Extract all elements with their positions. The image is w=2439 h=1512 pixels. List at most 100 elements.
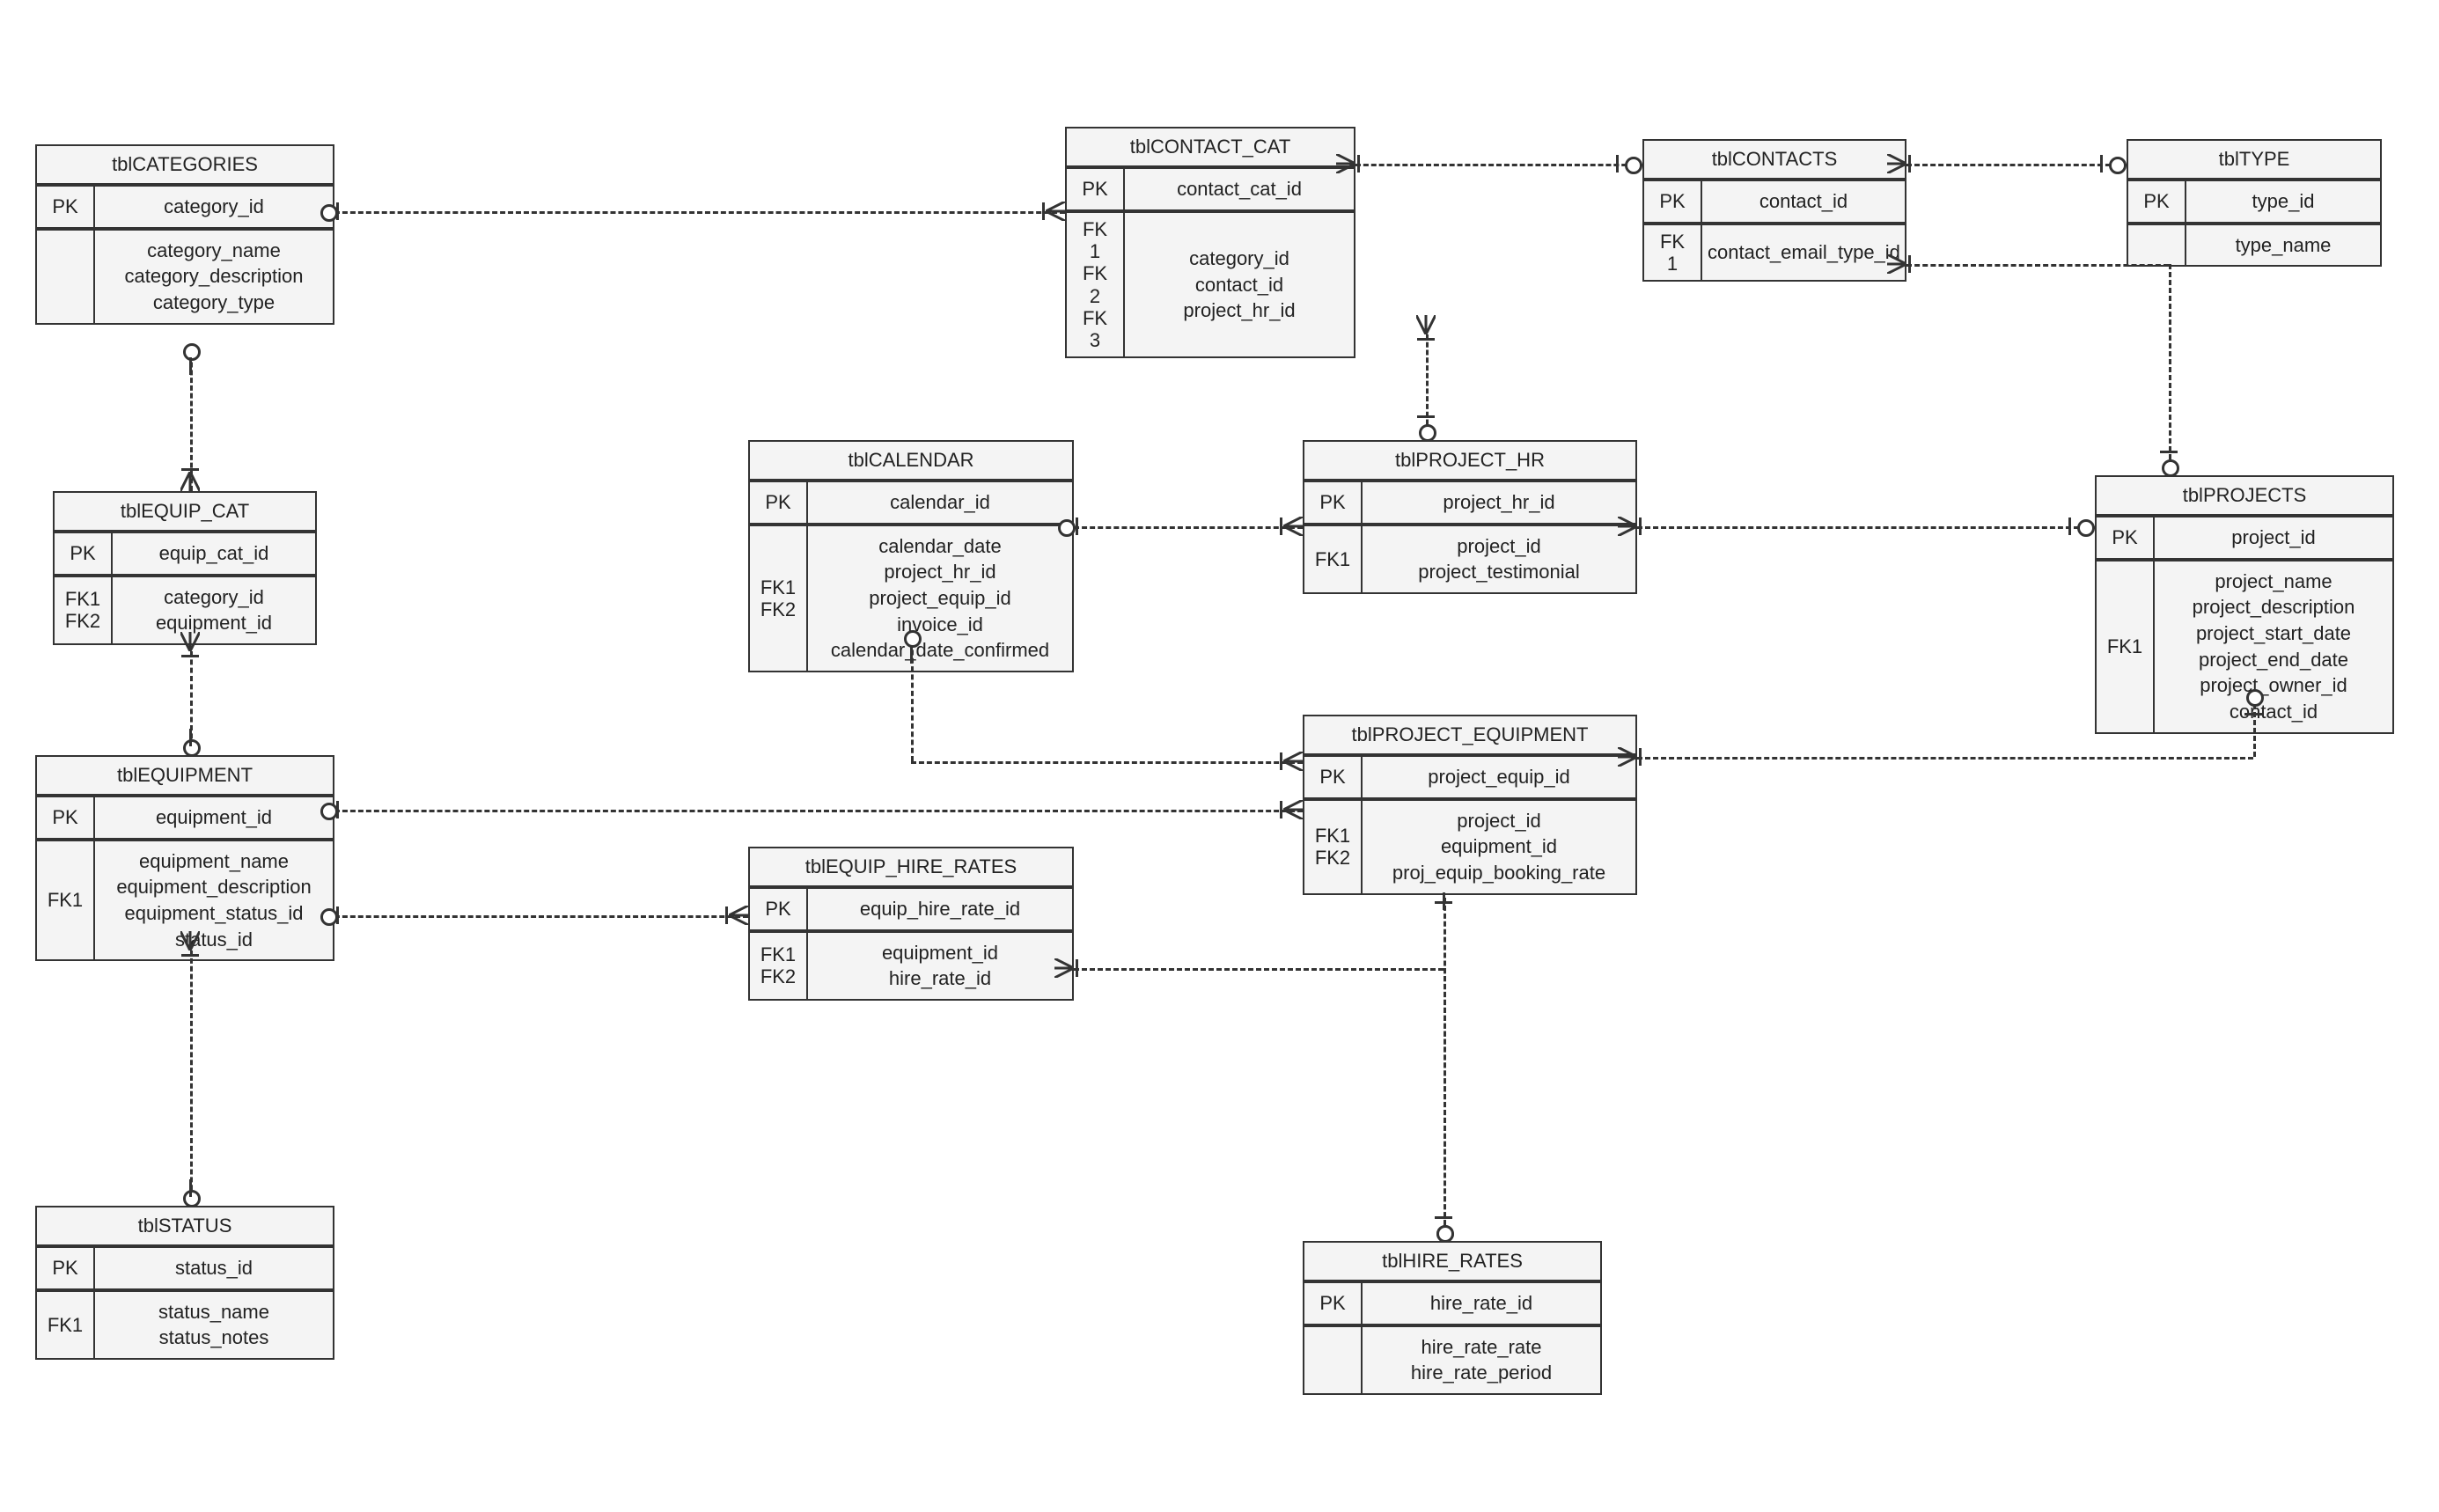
field-label: status_id — [175, 1255, 253, 1281]
key-label: PK — [765, 491, 790, 513]
field-column: project_id — [2155, 517, 2392, 558]
field-label: category_id — [164, 584, 264, 611]
field-label: project_end_date — [2199, 647, 2348, 673]
entity-row: PK contact_cat_id — [1067, 169, 1354, 209]
entity-row: FK1FK2project_idequipment_idproj_equip_b… — [1304, 797, 1635, 893]
entity-tblHIRE_RATES: tblHIRE_RATESPKhire_rate_idhire_rate_rat… — [1303, 1241, 1602, 1395]
field-column: type_id — [2186, 181, 2380, 222]
field-column: category_idequipment_id — [113, 577, 315, 643]
entity-title: tblTYPE — [2128, 141, 2380, 181]
field-label: project_description — [2193, 594, 2355, 620]
key-label: FK1 — [760, 943, 796, 965]
field-column: contact_email_type_id — [1702, 225, 1906, 281]
field-label: project_id — [1457, 808, 1540, 834]
field-column: type_name — [2186, 225, 2380, 266]
field-label: invoice_id — [897, 612, 983, 638]
field-label: project_id — [2231, 525, 2315, 551]
field-label: hire_rate_id — [1430, 1290, 1532, 1317]
key-column: PK — [750, 889, 808, 929]
key-label: FK — [1083, 307, 1107, 329]
field-label: calendar_id — [890, 489, 990, 516]
entity-row: FK1project_nameproject_descriptionprojec… — [2097, 558, 2392, 732]
field-column: status_id — [95, 1248, 333, 1288]
entity-title: tblCATEGORIES — [37, 146, 333, 187]
field-label: calendar_date — [878, 533, 1001, 560]
key-label: FK1 — [48, 889, 83, 911]
field-column: contact_cat_id — [1125, 169, 1354, 209]
entity-row: PK calendar_id — [750, 482, 1072, 523]
entity-tblCATEGORIES: tblCATEGORIES PK category_id category_namec… — [35, 144, 334, 325]
key-label: PK — [1082, 178, 1107, 200]
key-label: PK — [1659, 190, 1685, 212]
key-column — [2128, 225, 2186, 266]
field-label: equipment_status_id — [124, 900, 303, 927]
key-column: PK — [37, 1248, 95, 1288]
entity-title: tblCONTACTS — [1644, 141, 1905, 181]
field-label: project_equip_id — [1428, 764, 1569, 790]
field-label: type_name — [2236, 232, 2332, 259]
field-column: equipment_nameequipment_descriptionequip… — [95, 841, 333, 960]
key-column: PK — [1304, 482, 1363, 523]
entity-tblEQUIPMENT: tblEQUIPMENT PK equipment_id FK1 equipment_n… — [35, 755, 334, 961]
key-column: FK1 — [1304, 526, 1363, 592]
key-column: FK1FK2 — [750, 526, 808, 671]
field-label: equip_hire_rate_id — [860, 896, 1020, 922]
entity-title: tblCALENDAR — [750, 442, 1072, 482]
entity-row: FK1FK2category_idequipment_id — [55, 574, 315, 643]
entity-row: PK project_id — [2097, 517, 2392, 558]
entity-row: PK project_equip_id — [1304, 757, 1635, 797]
key-column: PK — [1644, 181, 1702, 222]
field-label: calendar_date_confirmed — [831, 637, 1049, 664]
entity-row: FK1project_idproject_testimonial — [1304, 523, 1635, 592]
field-label: project_testimonial — [1418, 559, 1579, 585]
key-column: FK1FK2FK3 — [1067, 213, 1125, 357]
field-label: hire_rate_id — [889, 965, 991, 992]
key-label: FK1 — [48, 1314, 83, 1336]
field-column: equipment_id — [95, 797, 333, 838]
field-label: project_name — [2215, 569, 2332, 595]
entity-row: PK equip_hire_rate_id — [750, 889, 1072, 929]
field-label: project_hr_id — [884, 559, 995, 585]
key-label: FK2 — [760, 598, 796, 620]
key-label: 3 — [1090, 329, 1100, 351]
field-label: equipment_id — [1441, 833, 1557, 860]
key-column: PK — [2097, 517, 2155, 558]
field-label: contact_email_type_id — [1708, 239, 1900, 266]
key-column: PK — [1304, 757, 1363, 797]
entity-row: PK category_id — [37, 187, 333, 227]
field-column: equipment_idhire_rate_id — [808, 933, 1072, 999]
field-label: project_hr_id — [1183, 297, 1295, 324]
entity-row: FK1FK2FK3category_idcontact_idproject_hr… — [1067, 209, 1354, 357]
field-column: hire_rate_id — [1363, 1283, 1600, 1324]
key-label: 1 — [1090, 240, 1100, 262]
field-column: category_namecategory_descriptioncategor… — [95, 231, 333, 323]
key-label: PK — [52, 195, 77, 217]
field-label: status_name — [158, 1299, 269, 1325]
key-column: FK1 — [37, 1292, 95, 1358]
entity-row: FK1FK2calendar_dateproject_hr_idproject_… — [750, 523, 1072, 671]
entity-row: FK1contact_email_type_id — [1644, 222, 1905, 281]
entity-tblPROJECT_HR: tblPROJECT_HRPKproject_hr_idFK1project_i… — [1303, 440, 1637, 594]
key-label: FK1 — [1315, 825, 1350, 847]
field-label: category_id — [1189, 246, 1289, 272]
key-column: PK — [37, 187, 95, 227]
field-label: category_id — [164, 194, 264, 220]
entity-title: tblPROJECT_HR — [1304, 442, 1635, 482]
entity-row: FK1 status_namestatus_notes — [37, 1288, 333, 1358]
field-column: category_idcontact_idproject_hr_id — [1125, 213, 1354, 357]
key-label: PK — [52, 806, 77, 828]
key-column: FK1FK2 — [750, 933, 808, 999]
entity-title: tblEQUIPMENT — [37, 757, 333, 797]
erd-canvas: tblCATEGORIES PK category_id category_namec… — [0, 0, 2439, 1512]
entity-tblEQUIP_CAT: tblEQUIP_CATPKequip_cat_idFK1FK2category… — [53, 491, 317, 645]
key-column: FK1FK2 — [1304, 801, 1363, 893]
key-label: FK2 — [65, 610, 100, 632]
entity-tblEQUIP_HIRE_RATES: tblEQUIP_HIRE_RATESPKequip_hire_rate_idF… — [748, 847, 1074, 1001]
field-label: equipment_id — [156, 804, 272, 831]
field-label: status_notes — [159, 1325, 269, 1351]
key-label: 2 — [1090, 285, 1100, 307]
key-column: FK1 — [1644, 225, 1702, 281]
field-label: status_id — [175, 927, 253, 953]
key-column — [1304, 1327, 1363, 1393]
key-label: FK2 — [1315, 847, 1350, 869]
